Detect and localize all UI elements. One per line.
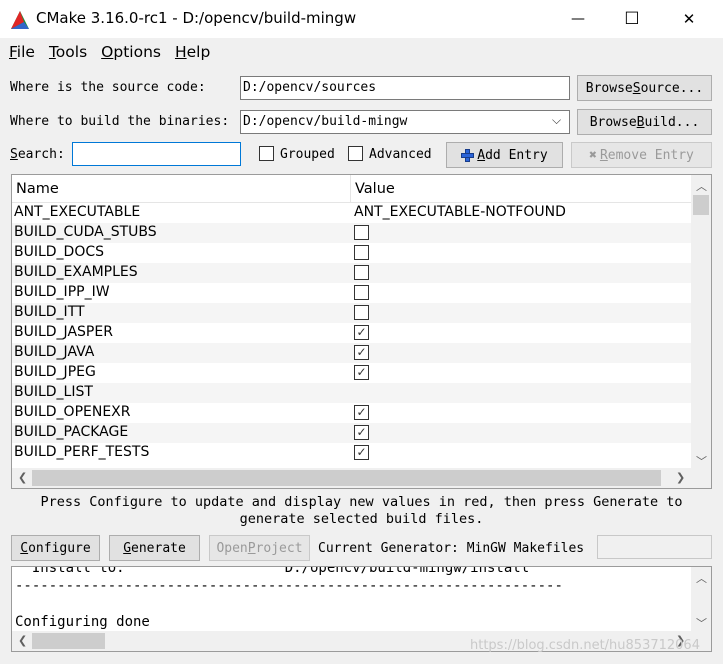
- table-row[interactable]: ANT_EXECUTABLE ANT_EXECUTABLE-NOTFOUND: [12, 203, 691, 223]
- entry-value[interactable]: ANT_EXECUTABLE-NOTFOUND: [354, 204, 566, 220]
- remove-entry-button[interactable]: ✖ Remove Entry: [571, 142, 712, 168]
- entry-name: BUILD_JASPER: [14, 324, 113, 340]
- browse-source-button[interactable]: Browse Source...: [577, 75, 712, 101]
- menu-help[interactable]: Help: [175, 43, 210, 61]
- output-line: Install to: D:/opencv/build-mingw/instal…: [15, 566, 530, 576]
- entry-value-checkbox[interactable]: ✓: [354, 425, 369, 440]
- table-row[interactable]: BUILD_LIST: [12, 383, 691, 403]
- entry-name: BUILD_CUDA_STUBS: [14, 224, 157, 240]
- search-input[interactable]: [72, 142, 241, 166]
- scroll-up-icon[interactable]: ︿: [696, 178, 707, 194]
- entry-value-checkbox[interactable]: [354, 245, 369, 260]
- maximize-button[interactable]: ☐: [606, 0, 658, 38]
- table-row[interactable]: BUILD_CUDA_STUBS: [12, 223, 691, 243]
- close-button[interactable]: ✕: [663, 0, 715, 38]
- output-lines: Install to: D:/opencv/build-mingw/instal…: [15, 566, 563, 631]
- entry-value-checkbox[interactable]: [354, 305, 369, 320]
- table-row[interactable]: BUILD_OPENEXR ✓: [12, 403, 691, 423]
- menu-file[interactable]: File: [9, 43, 35, 61]
- entry-name: BUILD_ITT: [14, 304, 85, 320]
- scroll-thumb[interactable]: [693, 195, 709, 215]
- maximize-icon: ☐: [624, 9, 640, 29]
- entry-name: BUILD_LIST: [14, 384, 93, 400]
- title-bar: CMake 3.16.0-rc1 - D:/opencv/build-mingw…: [0, 0, 723, 38]
- table-row[interactable]: BUILD_PACKAGE ✓: [12, 423, 691, 443]
- entry-name: BUILD_PACKAGE: [14, 424, 129, 440]
- table-row[interactable]: BUILD_JAVA ✓: [12, 343, 691, 363]
- entry-name: BUILD_JPEG: [14, 364, 96, 380]
- grouped-label: Grouped: [280, 147, 335, 162]
- entry-value-checkbox[interactable]: ✓: [354, 365, 369, 380]
- advanced-checkbox[interactable]: [348, 146, 363, 161]
- entry-value-checkbox[interactable]: [354, 285, 369, 300]
- source-label: Where is the source code:: [10, 80, 206, 95]
- chevron-down-icon[interactable]: ⌵: [552, 113, 561, 128]
- table-row[interactable]: BUILD_JPEG ✓: [12, 363, 691, 383]
- menu-tools[interactable]: Tools: [49, 43, 87, 61]
- search-label: Search:: [10, 147, 65, 162]
- column-header-value[interactable]: Value: [355, 181, 395, 197]
- window-title: CMake 3.16.0-rc1 - D:/opencv/build-mingw: [36, 9, 357, 27]
- browse-build-button[interactable]: Browse Build...: [577, 109, 712, 135]
- entry-name: ANT_EXECUTABLE: [14, 204, 141, 220]
- output-vertical-scrollbar[interactable]: ︿ ﹀: [691, 567, 711, 631]
- table-row[interactable]: BUILD_IPP_IW: [12, 283, 691, 303]
- table-row[interactable]: BUILD_PERF_TESTS ✓: [12, 443, 691, 463]
- plus-icon: [461, 148, 475, 162]
- current-generator-label: Current Generator: MinGW Makefiles: [318, 541, 585, 556]
- grouped-checkbox[interactable]: [259, 146, 274, 161]
- generate-button[interactable]: Generate: [109, 535, 200, 561]
- column-header-name[interactable]: Name: [16, 181, 59, 197]
- remove-icon: ✖: [589, 147, 597, 163]
- entry-name: BUILD_EXAMPLES: [14, 264, 138, 280]
- entry-value-checkbox[interactable]: ✓: [354, 325, 369, 340]
- entry-name: BUILD_DOCS: [14, 244, 105, 260]
- scroll-down-icon[interactable]: ﹀: [696, 615, 707, 631]
- build-label: Where to build the binaries:: [10, 114, 230, 129]
- table-row[interactable]: BUILD_JASPER ✓: [12, 323, 691, 343]
- minimize-icon: —: [571, 11, 585, 27]
- output-line: ----------------------------------------…: [15, 578, 563, 594]
- table-row[interactable]: BUILD_EXAMPLES: [12, 263, 691, 283]
- scroll-left-icon[interactable]: ❮: [18, 471, 27, 484]
- hint-text: Press Configure to update and display ne…: [40, 494, 683, 527]
- vertical-scrollbar[interactable]: ︿ ﹀: [691, 175, 711, 468]
- configure-button[interactable]: Configure: [11, 535, 100, 561]
- entry-value-checkbox[interactable]: [354, 225, 369, 240]
- scroll-thumb[interactable]: [32, 633, 105, 649]
- entry-value-checkbox[interactable]: [354, 265, 369, 280]
- entry-name: BUILD_IPP_IW: [14, 284, 110, 300]
- table-row[interactable]: BUILD_DOCS: [12, 243, 691, 263]
- output-line: Configuring done: [15, 614, 150, 630]
- scroll-right-icon[interactable]: ❯: [676, 471, 685, 484]
- add-entry-button[interactable]: Add Entry: [446, 142, 563, 168]
- scroll-down-icon[interactable]: ﹀: [696, 453, 707, 469]
- scroll-thumb[interactable]: [32, 470, 661, 486]
- minimize-button[interactable]: —: [552, 0, 604, 38]
- entry-value-checkbox[interactable]: ✓: [354, 345, 369, 360]
- cmake-logo-icon: [11, 11, 29, 29]
- entry-name: BUILD_OPENEXR: [14, 404, 131, 420]
- watermark-text: https://blog.csdn.net/hu853712064: [470, 638, 700, 653]
- table-rows: ANT_EXECUTABLE ANT_EXECUTABLE-NOTFOUND BUI…: [12, 203, 691, 463]
- menu-options[interactable]: Options: [101, 43, 161, 61]
- advanced-label: Advanced: [369, 147, 432, 162]
- scroll-left-icon[interactable]: ❮: [18, 634, 27, 647]
- close-icon: ✕: [682, 10, 696, 28]
- entry-value-checkbox[interactable]: ✓: [354, 445, 369, 460]
- entry-value-checkbox[interactable]: ✓: [354, 405, 369, 420]
- table-header: Name Value: [12, 175, 691, 203]
- build-path-combobox[interactable]: D:/opencv/build-mingw: [240, 110, 570, 134]
- source-path-input[interactable]: D:/opencv/sources: [240, 76, 570, 100]
- menu-bar: File Tools Options Help: [0, 38, 723, 66]
- horizontal-scrollbar[interactable]: ❮ ❯: [12, 468, 711, 488]
- progress-bar: [597, 535, 712, 559]
- entry-name: BUILD_PERF_TESTS: [14, 444, 150, 460]
- entry-name: BUILD_JAVA: [14, 344, 95, 360]
- cache-table[interactable]: Name Value ANT_EXECUTABLE ANT_EXECUTABLE-…: [11, 174, 712, 489]
- table-row[interactable]: BUILD_ITT: [12, 303, 691, 323]
- scroll-up-icon[interactable]: ︿: [696, 570, 707, 586]
- open-project-button[interactable]: Open Project: [209, 535, 310, 561]
